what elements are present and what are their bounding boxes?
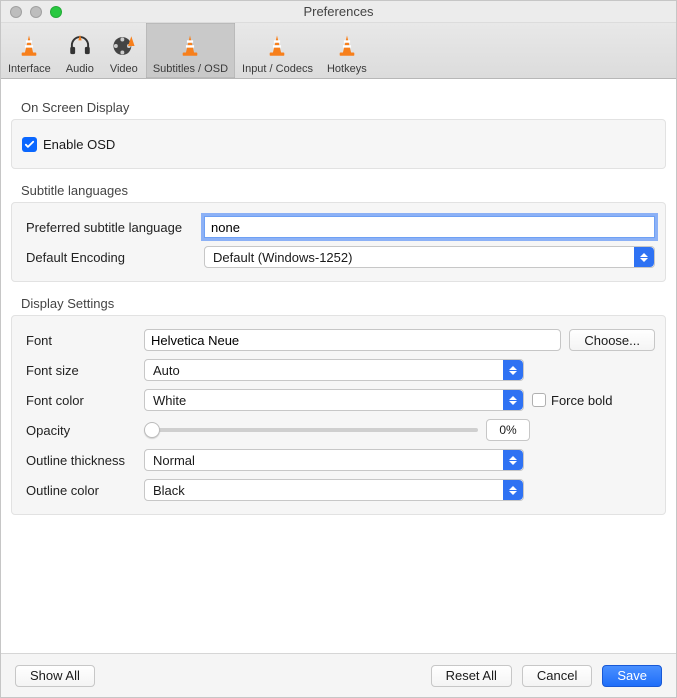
headphones-icon bbox=[65, 31, 95, 61]
default-encoding-label: Default Encoding bbox=[22, 250, 204, 265]
select-value: Normal bbox=[153, 453, 195, 468]
minimize-button[interactable] bbox=[30, 6, 42, 18]
tab-label: Interface bbox=[8, 63, 51, 75]
save-button[interactable]: Save bbox=[602, 665, 662, 687]
outline-color-select[interactable]: Black bbox=[144, 479, 524, 501]
preferences-window: Preferences Interface Audio Video Subti bbox=[0, 0, 677, 698]
show-all-button[interactable]: Show All bbox=[15, 665, 95, 687]
outline-thickness-select[interactable]: Normal bbox=[144, 449, 524, 471]
slider-thumb[interactable] bbox=[144, 422, 160, 438]
tab-audio[interactable]: Audio bbox=[58, 23, 102, 78]
tab-label: Input / Codecs bbox=[242, 63, 313, 75]
display-panel: Font Choose... Font size Auto Font color bbox=[11, 315, 666, 515]
opacity-label: Opacity bbox=[22, 423, 144, 438]
font-input[interactable] bbox=[144, 329, 561, 351]
footer: Show All Reset All Cancel Save bbox=[1, 653, 676, 697]
tab-subtitles-osd[interactable]: Subtitles / OSD bbox=[146, 23, 235, 78]
tab-label: Subtitles / OSD bbox=[153, 63, 228, 75]
checkbox-icon bbox=[532, 393, 546, 407]
select-value: Default (Windows-1252) bbox=[213, 250, 352, 265]
display-section-title: Display Settings bbox=[21, 296, 666, 311]
lang-section-title: Subtitle languages bbox=[21, 183, 666, 198]
default-encoding-select[interactable]: Default (Windows-1252) bbox=[204, 246, 655, 268]
window-title: Preferences bbox=[1, 4, 676, 19]
enable-osd-label: Enable OSD bbox=[43, 137, 115, 152]
opacity-slider[interactable] bbox=[144, 421, 478, 439]
tab-label: Video bbox=[110, 63, 138, 75]
vlc-cone-icon bbox=[175, 31, 205, 61]
content: On Screen Display Enable OSD Subtitle la… bbox=[1, 79, 676, 653]
titlebar: Preferences bbox=[1, 1, 676, 23]
tab-video[interactable]: Video bbox=[102, 23, 146, 78]
osd-section-title: On Screen Display bbox=[21, 100, 666, 115]
font-size-select[interactable]: Auto bbox=[144, 359, 524, 381]
select-value: Black bbox=[153, 483, 185, 498]
stepper-icon bbox=[503, 390, 523, 410]
pref-subtitle-lang-input[interactable] bbox=[204, 216, 655, 238]
outline-thickness-label: Outline thickness bbox=[22, 453, 144, 468]
outline-color-label: Outline color bbox=[22, 483, 144, 498]
stepper-icon bbox=[503, 360, 523, 380]
osd-panel: Enable OSD bbox=[11, 119, 666, 169]
stepper-icon bbox=[503, 480, 523, 500]
vlc-cone-icon bbox=[14, 31, 44, 61]
vlc-cone-icon bbox=[262, 31, 292, 61]
slider-track bbox=[144, 428, 478, 432]
tab-interface[interactable]: Interface bbox=[1, 23, 58, 78]
preferences-toolbar: Interface Audio Video Subtitles / OSD In… bbox=[1, 23, 676, 79]
zoom-button[interactable] bbox=[50, 6, 62, 18]
pref-subtitle-lang-label: Preferred subtitle language bbox=[22, 220, 204, 235]
stepper-icon bbox=[634, 247, 654, 267]
force-bold-label: Force bold bbox=[551, 393, 612, 408]
tab-hotkeys[interactable]: Hotkeys bbox=[320, 23, 374, 78]
traffic-lights bbox=[10, 6, 62, 18]
cancel-button[interactable]: Cancel bbox=[522, 665, 592, 687]
font-color-label: Font color bbox=[22, 393, 144, 408]
stepper-icon bbox=[503, 450, 523, 470]
vlc-cone-icon bbox=[332, 31, 362, 61]
reset-all-button[interactable]: Reset All bbox=[431, 665, 512, 687]
film-reel-icon bbox=[109, 31, 139, 61]
enable-osd-checkbox[interactable] bbox=[22, 137, 37, 152]
font-color-select[interactable]: White bbox=[144, 389, 524, 411]
choose-font-button[interactable]: Choose... bbox=[569, 329, 655, 351]
select-value: White bbox=[153, 393, 186, 408]
lang-panel: Preferred subtitle language Default Enco… bbox=[11, 202, 666, 282]
font-size-label: Font size bbox=[22, 363, 144, 378]
opacity-value: 0% bbox=[486, 419, 530, 441]
select-value: Auto bbox=[153, 363, 180, 378]
tab-input-codecs[interactable]: Input / Codecs bbox=[235, 23, 320, 78]
tab-label: Audio bbox=[66, 63, 94, 75]
font-label: Font bbox=[22, 333, 144, 348]
close-button[interactable] bbox=[10, 6, 22, 18]
tab-label: Hotkeys bbox=[327, 63, 367, 75]
force-bold-checkbox[interactable]: Force bold bbox=[532, 393, 612, 408]
